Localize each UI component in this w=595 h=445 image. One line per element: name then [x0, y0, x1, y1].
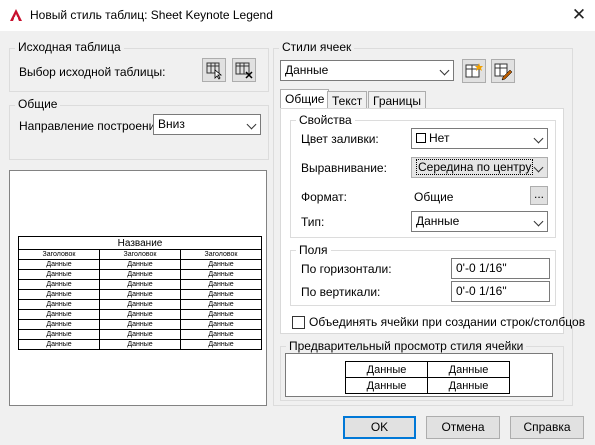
merge-cells-label[interactable]: Объединять ячейки при создании строк/сто… [309, 315, 585, 329]
preview-data-cell: Данные [99, 289, 181, 300]
cell-preview-table: Данные Данные Данные Данные [345, 361, 510, 394]
preview-data-cell: Данные [18, 309, 100, 320]
merge-cells-checkbox[interactable] [292, 316, 305, 329]
preview-data-cell: Данные [180, 329, 262, 340]
format-value: Общие [414, 190, 454, 204]
vertical-margin-input[interactable]: 0'-0 1/16" [451, 281, 550, 302]
preview-data-cell: Данные [18, 279, 100, 290]
margins-group-label: Поля [296, 243, 331, 257]
ok-button[interactable]: OK [343, 416, 416, 439]
select-table-button[interactable] [202, 58, 226, 82]
table-style-preview: Название Заголовок Заголовок Заголовок Д… [9, 170, 267, 406]
close-icon[interactable]: ✕ [567, 3, 591, 27]
type-select[interactable]: Данные [411, 211, 548, 232]
preview-header-cell: Заголовок [99, 249, 181, 260]
alignment-select[interactable]: Середина по центру [411, 157, 548, 178]
chevron-down-icon [246, 119, 257, 130]
manage-cell-styles-button[interactable] [491, 59, 515, 83]
cell-preview-group-label: Предварительный просмотр стиля ячейки [286, 339, 527, 353]
chevron-down-icon [533, 133, 544, 144]
cell-preview-cell: Данные [427, 377, 510, 394]
preview-data-cell: Данные [180, 289, 262, 300]
alignment-value: Середина по центру [416, 159, 534, 175]
select-source-table-label: Выбор исходной таблицы: [19, 65, 166, 79]
preview-data-cell: Данные [180, 299, 262, 310]
cancel-button[interactable]: Отмена [426, 416, 500, 439]
select-table-icon [206, 62, 223, 80]
preview-data-cell: Данные [99, 339, 181, 350]
preview-data-cell: Данные [99, 299, 181, 310]
cell-preview-box: Данные Данные Данные Данные [285, 353, 553, 397]
fill-color-label: Цвет заливки: [301, 132, 379, 146]
preview-data-cell: Данные [180, 259, 262, 270]
window-title: Новый стиль таблиц: Sheet Keynote Legend [30, 8, 273, 22]
title-bar: Новый стиль таблиц: Sheet Keynote Legend… [0, 0, 595, 31]
preview-data-cell: Данные [180, 339, 262, 350]
properties-group-label: Свойства [296, 113, 355, 127]
type-value: Данные [416, 214, 460, 228]
preview-data-cell: Данные [99, 319, 181, 330]
cell-preview-cell: Данные [345, 377, 428, 394]
cell-preview-cell: Данные [345, 361, 428, 378]
help-button[interactable]: Справка [510, 416, 584, 439]
preview-data-cell: Данные [18, 289, 100, 300]
preview-table: Название Заголовок Заголовок Заголовок Д… [18, 236, 262, 350]
preview-data-cell: Данные [18, 339, 100, 350]
format-browse-button[interactable]: ... [530, 186, 548, 205]
horizontal-margin-label: По горизонтали: [301, 262, 392, 276]
chevron-down-icon [439, 65, 450, 76]
new-cell-style-button[interactable] [462, 59, 486, 83]
preview-data-cell: Данные [180, 279, 262, 290]
format-label: Формат: [301, 190, 347, 204]
fill-color-value: Нет [429, 131, 450, 145]
preview-data-cell: Данные [99, 269, 181, 280]
chevron-down-icon [533, 162, 544, 173]
source-table-group-label: Исходная таблица [15, 40, 124, 54]
preview-data-cell: Данные [18, 299, 100, 310]
remove-table-button[interactable] [232, 58, 256, 82]
alignment-label: Выравнивание: [301, 161, 387, 175]
chevron-down-icon [533, 216, 544, 227]
horizontal-margin-input[interactable]: 0'-0 1/16" [451, 258, 550, 279]
autocad-logo-icon [10, 9, 22, 21]
preview-data-cell: Данные [18, 269, 100, 280]
new-cell-style-icon [465, 63, 483, 78]
type-label: Тип: [301, 215, 325, 229]
preview-data-cell: Данные [99, 279, 181, 290]
general-group-label: Общие [15, 97, 61, 111]
fill-color-select[interactable]: Нет [411, 128, 548, 149]
tab-general[interactable]: Общие [280, 89, 330, 110]
vertical-margin-label: По вертикали: [301, 285, 381, 299]
direction-select[interactable]: Вниз [153, 114, 261, 135]
preview-header-cell: Заголовок [18, 249, 100, 260]
direction-label: Направление построения: [19, 119, 166, 133]
preview-data-cell: Данные [180, 319, 262, 330]
cell-style-value: Данные [285, 63, 329, 77]
remove-table-icon [235, 62, 253, 79]
cell-preview-cell: Данные [427, 361, 510, 378]
preview-data-cell: Данные [180, 309, 262, 320]
preview-data-cell: Данные [18, 259, 100, 270]
preview-data-cell: Данные [18, 329, 100, 340]
manage-cell-styles-icon [494, 63, 513, 81]
preview-data-cell: Данные [18, 319, 100, 330]
preview-header-cell: Заголовок [180, 249, 262, 260]
color-swatch-icon [416, 133, 426, 143]
preview-table-title: Название [18, 236, 262, 250]
cell-style-select[interactable]: Данные [280, 60, 454, 81]
preview-data-cell: Данные [180, 269, 262, 280]
preview-data-cell: Данные [99, 259, 181, 270]
direction-value: Вниз [158, 117, 185, 131]
preview-data-cell: Данные [99, 329, 181, 340]
preview-data-cell: Данные [99, 309, 181, 320]
cell-styles-group-label: Стили ячеек [279, 40, 355, 54]
